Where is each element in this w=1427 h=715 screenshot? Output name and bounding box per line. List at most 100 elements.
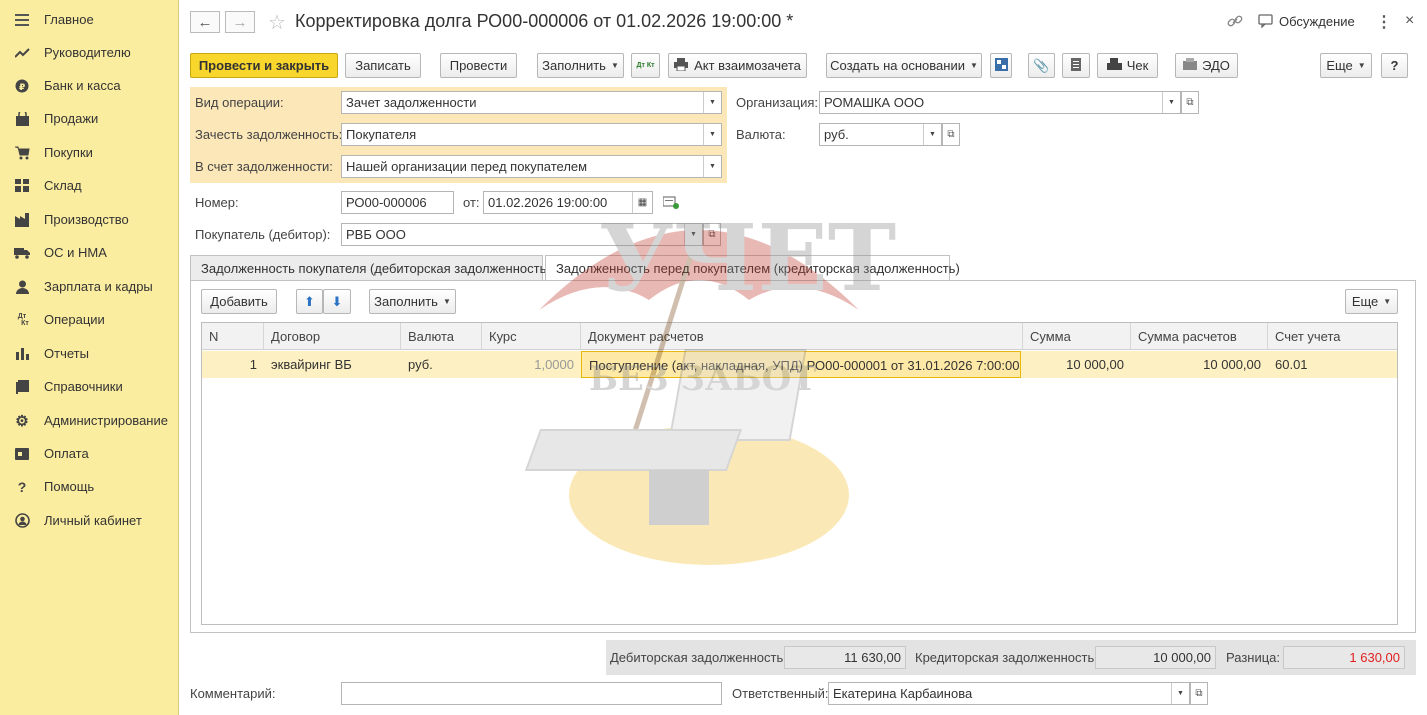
column-header-account[interactable]: Счет учета [1268, 323, 1397, 350]
fill-dropdown-button[interactable]: Заполнить ▼ [537, 53, 624, 78]
sidebar-item-label: Отчеты [44, 346, 89, 361]
responsible-label: Ответственный: [732, 686, 829, 701]
cell-settlement-amount[interactable]: 10 000,00 [1131, 351, 1268, 378]
cell-account[interactable]: 60.01 [1268, 351, 1397, 378]
back-button[interactable]: ← [190, 11, 220, 33]
tab-receivables[interactable]: Задолженность покупателя (дебиторская за… [190, 255, 551, 281]
tab-payables[interactable]: Задолженность перед покупателем (кредито… [545, 255, 960, 282]
sidebar-item-account[interactable]: Личный кабинет [0, 504, 179, 537]
column-header-amount[interactable]: Сумма [1023, 323, 1131, 350]
sidebar-item-admin[interactable]: ⚙ Администрирование [0, 404, 179, 437]
truck-icon [14, 245, 30, 261]
cell-document[interactable]: Поступление (акт, накладная, УПД) РО00-0… [581, 351, 1021, 378]
list-button[interactable] [1062, 53, 1090, 78]
wallet-icon [14, 446, 30, 462]
sidebar-item-warehouse[interactable]: Склад [0, 169, 179, 202]
structure-button[interactable] [990, 53, 1012, 78]
operation-type-select[interactable]: Зачет задолженности ▼ [341, 91, 722, 114]
sidebar-item-operations[interactable]: Дт Кт Операции [0, 303, 179, 336]
move-up-button[interactable]: ⬆ [296, 289, 323, 314]
chevron-down-icon[interactable]: ▼ [703, 156, 721, 177]
add-row-button[interactable]: Добавить [201, 289, 277, 314]
chevron-down-icon[interactable]: ▼ [684, 224, 702, 245]
sidebar-item-manager[interactable]: Руководителю [0, 36, 179, 69]
arrow-right-icon: → [232, 13, 248, 31]
against-debt-select[interactable]: Нашей организации перед покупателем ▼ [341, 155, 722, 178]
sidebar-item-salary[interactable]: Зарплата и кадры [0, 270, 179, 303]
chevron-down-icon[interactable]: ▼ [703, 92, 721, 113]
close-icon[interactable]: × [1405, 12, 1414, 30]
cell-currency[interactable]: руб. [401, 351, 482, 378]
edo-button[interactable]: ЭДО [1175, 53, 1238, 78]
structure-icon [994, 57, 1008, 74]
document-status-icon[interactable] [662, 195, 679, 212]
dt-kt-button[interactable]: Дт Кт [631, 53, 660, 78]
sidebar-item-directories[interactable]: Справочники [0, 370, 179, 403]
sidebar-item-main[interactable]: Главное [0, 3, 179, 36]
post-button[interactable]: Провести [440, 53, 517, 78]
number-input[interactable]: РО00-000006 [341, 191, 454, 214]
help-button[interactable]: ? [1381, 53, 1408, 78]
sidebar-item-help[interactable]: ? Помощь [0, 470, 179, 503]
column-header-currency[interactable]: Валюта [401, 323, 482, 350]
open-responsible-icon[interactable]: ⧉ [1190, 682, 1208, 705]
cell-contract[interactable]: эквайринг ВБ [264, 351, 401, 378]
fill-label: Заполнить [542, 58, 606, 73]
currency-select[interactable]: руб. ▼ [819, 123, 942, 146]
create-based-button[interactable]: Создать на основании ▼ [826, 53, 982, 78]
column-header-settlement-amount[interactable]: Сумма расчетов [1131, 323, 1268, 350]
move-down-button[interactable]: ⬇ [323, 289, 351, 314]
sidebar-item-label: Зарплата и кадры [44, 279, 153, 294]
responsible-select[interactable]: Екатерина Карбаинова ▼ [828, 682, 1190, 705]
sidebar-item-payment[interactable]: Оплата [0, 437, 179, 470]
table-row[interactable]: 1 эквайринг ВБ руб. 1,0000 Поступление (… [202, 351, 1397, 378]
cell-rate[interactable]: 1,0000 [482, 351, 581, 378]
bag-icon [14, 111, 30, 127]
column-header-rate[interactable]: Курс [482, 323, 581, 350]
check-button[interactable]: Чек [1097, 53, 1158, 78]
caret-down-icon: ▼ [1383, 297, 1392, 306]
post-and-close-button[interactable]: Провести и закрыть [190, 53, 338, 78]
act-button[interactable]: Акт взаимозачета [668, 53, 807, 78]
sidebar-item-reports[interactable]: Отчеты [0, 337, 179, 370]
chevron-down-icon[interactable]: ▼ [703, 124, 721, 145]
calendar-icon[interactable]: ▦ [632, 192, 652, 213]
comment-input[interactable] [341, 682, 722, 705]
sidebar-item-bank[interactable]: ₽ Банк и касса [0, 69, 179, 102]
sidebar-item-sales[interactable]: Продажи [0, 102, 179, 135]
buyer-value: РВБ ООО [346, 227, 406, 242]
column-header-contract[interactable]: Договор [264, 323, 401, 350]
document-list-icon [1071, 57, 1081, 74]
cell-amount[interactable]: 10 000,00 [1023, 351, 1131, 378]
column-header-n[interactable]: N [202, 323, 264, 350]
chevron-down-icon[interactable]: ▼ [1171, 683, 1189, 704]
date-input[interactable]: 01.02.2026 19:00:00 ▦ [483, 191, 653, 214]
comment-label: Комментарий: [190, 686, 276, 701]
column-header-document[interactable]: Документ расчетов [581, 323, 1023, 350]
number-value: РО00-000006 [346, 195, 427, 210]
link-icon[interactable] [1227, 13, 1243, 32]
sidebar-item-production[interactable]: Производство [0, 203, 179, 236]
discussion-button[interactable]: Обсуждение [1279, 14, 1355, 29]
sidebar-item-purchases[interactable]: Покупки [0, 136, 179, 169]
more-button[interactable]: Еще ▼ [1320, 53, 1372, 78]
star-icon[interactable]: ☆ [268, 10, 286, 35]
buyer-select[interactable]: РВБ ООО ▼ [341, 223, 703, 246]
cell-n[interactable]: 1 [202, 351, 264, 378]
forward-button[interactable]: → [225, 11, 255, 33]
attach-button[interactable]: 📎 [1028, 53, 1055, 78]
table-fill-button[interactable]: Заполнить ▼ [369, 289, 456, 314]
sidebar-item-assets[interactable]: ОС и НМА [0, 236, 179, 269]
page-title: Корректировка долга РО00-000006 от 01.02… [295, 11, 794, 31]
open-organization-icon[interactable]: ⧉ [1181, 91, 1199, 114]
chevron-down-icon[interactable]: ▼ [923, 124, 941, 145]
sidebar-item-label: Производство [44, 212, 129, 227]
open-currency-icon[interactable]: ⧉ [942, 123, 960, 146]
offset-debt-select[interactable]: Покупателя ▼ [341, 123, 722, 146]
chevron-down-icon[interactable]: ▼ [1162, 92, 1180, 113]
open-buyer-icon[interactable]: ⧉ [703, 223, 721, 246]
more-vertical-icon[interactable]: ⋮ [1376, 12, 1392, 32]
save-button[interactable]: Записать [345, 53, 421, 78]
table-more-button[interactable]: Еще ▼ [1345, 289, 1398, 314]
organization-select[interactable]: РОМАШКА ООО ▼ [819, 91, 1181, 114]
